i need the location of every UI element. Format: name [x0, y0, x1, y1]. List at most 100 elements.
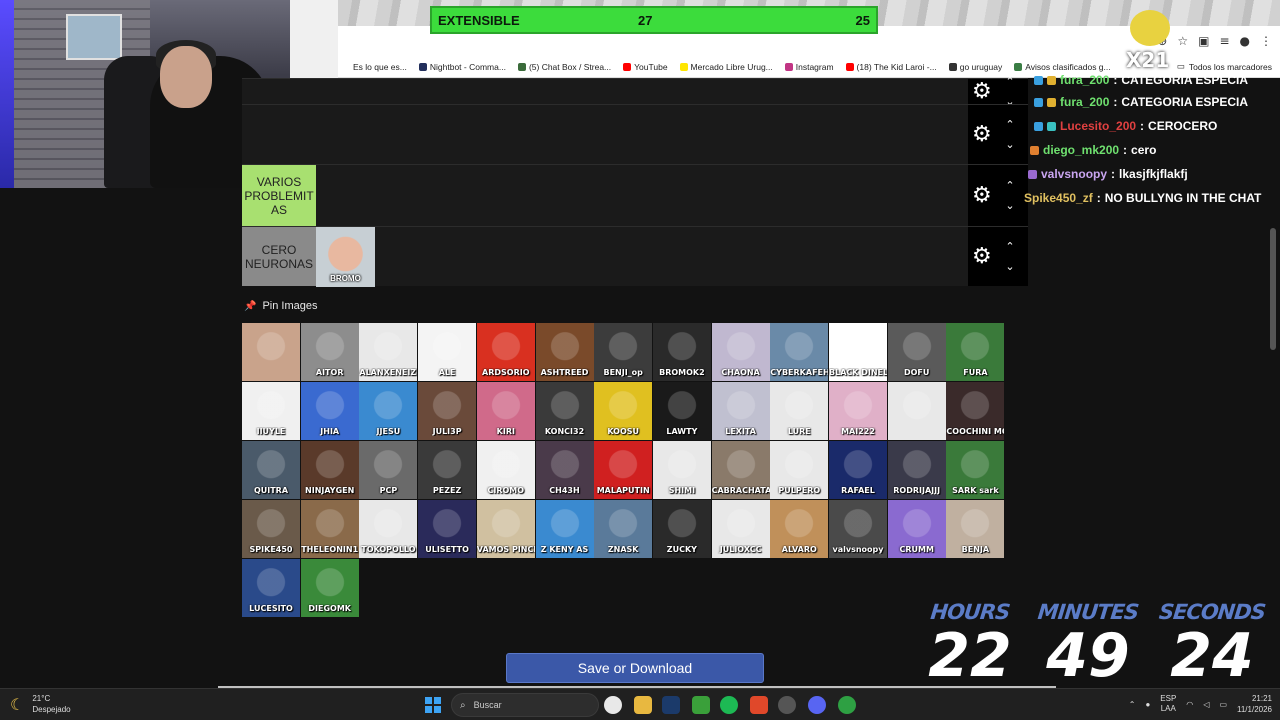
pin-image[interactable]: KOOSU: [594, 382, 653, 440]
pin-image[interactable]: MALAPUTIN: [594, 441, 653, 499]
pin-image[interactable]: LURE: [770, 382, 829, 440]
pin-image[interactable]: [242, 323, 300, 381]
pin-image[interactable]: ULISETTO: [418, 500, 477, 558]
pin-image[interactable]: KONCI32: [535, 382, 594, 440]
browser-app-icon[interactable]: [838, 696, 856, 714]
chevron-down-icon[interactable]: ⌄: [1002, 135, 1018, 155]
spotify-icon[interactable]: [720, 696, 738, 714]
language-indicator[interactable]: ESP LAA: [1160, 694, 1176, 714]
page-scrollbar[interactable]: [1270, 228, 1276, 350]
pin-image[interactable]: [887, 382, 946, 440]
pin-image[interactable]: RODRIJAJJJ: [887, 441, 946, 499]
weather-widget[interactable]: ☾ 21°C Despejado: [10, 693, 71, 715]
pin-image[interactable]: COOCHINI MOCHINICAY: [946, 382, 1005, 440]
chevron-up-icon[interactable]: ⌃: [1129, 700, 1136, 709]
pin-image[interactable]: valvsnoopy: [829, 500, 887, 558]
gear-icon[interactable]: ⚙: [972, 246, 994, 268]
wifi-icon[interactable]: ◠: [1186, 700, 1193, 709]
bookmark-item[interactable]: YouTube: [623, 62, 668, 72]
pin-image[interactable]: JULIOXCC: [711, 500, 770, 558]
pin-image[interactable]: ALANXENEIZE: [359, 323, 418, 381]
bookmark-item[interactable]: (18) The Kid Laroi -...: [845, 62, 937, 72]
pin-image[interactable]: SPIKE450: [242, 500, 300, 558]
pin-image[interactable]: DOFU: [887, 323, 946, 381]
pin-image[interactable]: VAMOS PINCHA: [476, 500, 535, 558]
bookmark-item[interactable]: Mercado Libre Urug...: [679, 62, 773, 72]
menu-icon[interactable]: ⋮: [1260, 34, 1272, 48]
save-download-button[interactable]: Save or Download: [506, 653, 764, 683]
star-icon[interactable]: ☆: [1177, 34, 1188, 48]
pin-image[interactable]: PCP: [359, 441, 418, 499]
taskbar-search[interactable]: ⌕ Buscar: [451, 693, 599, 717]
profile-icon[interactable]: ●: [1240, 34, 1250, 48]
pin-image[interactable]: CABRACHATA: [711, 441, 770, 499]
pin-image[interactable]: ALVARO: [770, 500, 829, 558]
chevron-up-icon[interactable]: ⌃: [1002, 237, 1018, 257]
pin-image[interactable]: THELEONIN1: [300, 500, 359, 558]
pin-image[interactable]: QUITRA: [242, 441, 300, 499]
pin-image[interactable]: PEZEZ: [418, 441, 477, 499]
gear-icon[interactable]: ⚙: [972, 185, 994, 207]
pin-image[interactable]: CH43H: [535, 441, 594, 499]
file-explorer-icon[interactable]: [634, 696, 652, 714]
gear-icon[interactable]: ⚙: [972, 81, 994, 103]
pin-image[interactable]: LUCESITO: [242, 559, 300, 617]
pin-image[interactable]: KIRI: [476, 382, 535, 440]
pin-image[interactable]: ALE: [418, 323, 477, 381]
pin-image[interactable]: NINJAYGEN: [300, 441, 359, 499]
pin-image[interactable]: CYBERKAFEH: [770, 323, 829, 381]
pin-image[interactable]: BROMOK2: [652, 323, 711, 381]
pin-image[interactable]: AITOR: [300, 323, 359, 381]
pin-image[interactable]: SHIMI: [652, 441, 711, 499]
pin-image[interactable]: LAWTY: [652, 382, 711, 440]
clock[interactable]: 21:21 11/1/2026: [1237, 693, 1272, 715]
bookmark-item[interactable]: go uruguay: [948, 62, 1002, 72]
tier-label[interactable]: VARIOS PROBLEMIT AS: [242, 165, 316, 226]
pin-image[interactable]: Z KENY AS: [535, 500, 594, 558]
chevron-up-icon[interactable]: ⌃: [1002, 115, 1018, 135]
pin-image[interactable]: IIUYLE: [242, 382, 300, 440]
tier-image[interactable]: BROMO: [316, 227, 375, 287]
bookmark-item[interactable]: (5) Chat Box / Strea...: [517, 62, 611, 72]
pin-image[interactable]: JJESU: [359, 382, 418, 440]
bookmark-item[interactable]: Instagram: [784, 62, 834, 72]
tier-label[interactable]: CERO NEURONAS: [242, 227, 316, 286]
pin-image[interactable]: FURA: [946, 323, 1005, 381]
pin-image[interactable]: SARK sark: [946, 441, 1005, 499]
chrome-taskbar-icon[interactable]: [604, 696, 622, 714]
pin-image[interactable]: ZUCKY: [652, 500, 711, 558]
pin-image[interactable]: MAI222: [829, 382, 887, 440]
pin-image[interactable]: ASHTREED: [535, 323, 594, 381]
pin-image[interactable]: ARDSORIO: [476, 323, 535, 381]
pin-image[interactable]: LEXITA: [711, 382, 770, 440]
brave-icon[interactable]: [750, 696, 768, 714]
chevron-up-icon[interactable]: ⌃: [1002, 72, 1018, 92]
playlist-icon[interactable]: ≡: [1219, 34, 1229, 48]
pin-image[interactable]: TOKOPOLLO: [359, 500, 418, 558]
pin-image[interactable]: PULPERO: [770, 441, 829, 499]
obs-icon[interactable]: [778, 696, 796, 714]
bookmark-item[interactable]: Es lo que es...: [342, 62, 407, 72]
steam-icon[interactable]: [662, 696, 680, 714]
extensions-icon[interactable]: ▣: [1198, 34, 1209, 48]
pin-image[interactable]: BLACK DINELLA: [829, 323, 887, 381]
pin-image[interactable]: ZNASK: [594, 500, 653, 558]
xbox-icon[interactable]: [692, 696, 710, 714]
pin-image[interactable]: CRUMM: [887, 500, 946, 558]
pin-image[interactable]: DIEGOMK: [300, 559, 359, 617]
microphone-icon[interactable]: ●: [1145, 700, 1150, 709]
pin-image[interactable]: JHIA: [300, 382, 359, 440]
pin-image[interactable]: BENJI_op: [594, 323, 653, 381]
gear-icon[interactable]: ⚙: [972, 124, 994, 146]
battery-icon[interactable]: ▭: [1219, 700, 1227, 709]
windows-start-icon[interactable]: [425, 697, 441, 713]
pin-image[interactable]: RAFAEL: [829, 441, 887, 499]
volume-icon[interactable]: ◁: [1203, 700, 1209, 709]
discord-icon[interactable]: [808, 696, 826, 714]
chevron-down-icon[interactable]: ⌄: [1002, 196, 1018, 216]
chevron-up-icon[interactable]: ⌃: [1002, 176, 1018, 196]
bookmark-item[interactable]: Nightbot - Comma...: [418, 62, 506, 72]
pin-image[interactable]: CHAONA: [711, 323, 770, 381]
pin-image[interactable]: JULI3P: [418, 382, 477, 440]
pin-image[interactable]: CIROMO: [476, 441, 535, 499]
